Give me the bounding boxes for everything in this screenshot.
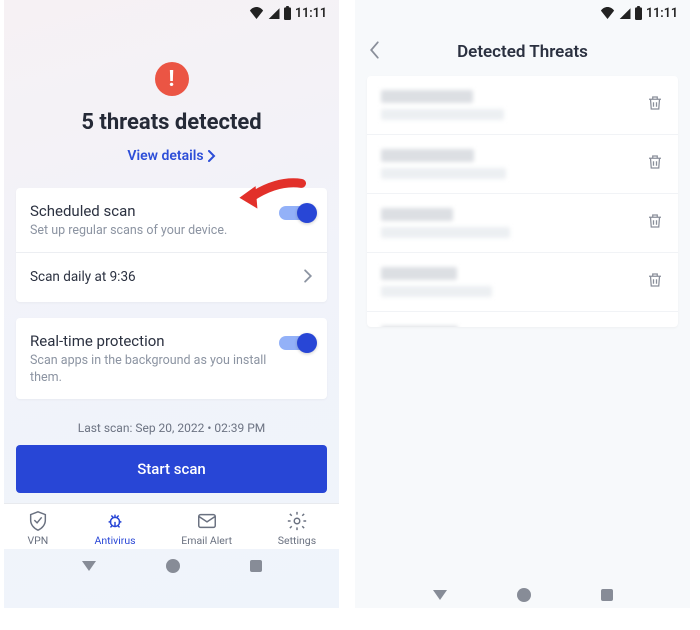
signal-icon (618, 7, 631, 19)
wifi-icon (600, 7, 615, 19)
signal-icon (267, 7, 280, 19)
mail-icon (196, 510, 218, 532)
nav-recent-icon[interactable] (601, 589, 613, 601)
threat-row (367, 76, 678, 135)
back-button[interactable] (369, 41, 380, 64)
scheduled-sub: Set up regular scans of your device. (30, 222, 227, 240)
nav-email-label: Email Alert (181, 534, 232, 547)
android-nav-bar (4, 549, 339, 579)
trash-icon (646, 212, 664, 230)
threat-title: 5 threats detected (16, 110, 327, 135)
delete-threat-button[interactable] (646, 271, 664, 293)
detected-threats-screen: 11:11 Detected Threats (355, 0, 690, 608)
threat-hero: ! 5 threats detected View details (4, 26, 339, 172)
nav-home-icon[interactable] (166, 559, 180, 573)
chevron-left-icon (369, 41, 380, 59)
view-details-label: View details (127, 148, 203, 164)
delete-threat-button[interactable] (646, 212, 664, 234)
realtime-toggle[interactable] (279, 336, 313, 350)
threat-name-redacted (381, 208, 510, 238)
threat-list (367, 76, 678, 327)
trash-icon (646, 271, 664, 289)
threat-row (367, 312, 678, 327)
clock: 11:11 (646, 6, 678, 21)
gear-icon (286, 510, 308, 532)
antivirus-main-screen: 11:11 ! 5 threats detected View details … (4, 0, 339, 608)
nav-home-icon[interactable] (517, 588, 531, 602)
delete-threat-button[interactable] (646, 153, 664, 175)
threat-row (367, 135, 678, 194)
schedule-time-label: Scan daily at 9:36 (30, 269, 136, 285)
bug-icon (104, 510, 126, 532)
scheduled-title: Scheduled scan (30, 202, 227, 220)
shield-check-icon (27, 510, 49, 532)
threat-row (367, 194, 678, 253)
chevron-right-icon (208, 150, 216, 162)
nav-antivirus[interactable]: Antivirus (95, 510, 136, 547)
realtime-sub: Scan apps in the background as you insta… (30, 352, 269, 387)
wifi-icon (249, 7, 264, 19)
nav-back-icon[interactable] (82, 561, 96, 571)
delete-threat-button[interactable] (646, 94, 664, 116)
scheduled-scan-card: Scheduled scan Set up regular scans of y… (16, 188, 327, 302)
chevron-right-icon (304, 267, 313, 288)
nav-recent-icon[interactable] (250, 560, 262, 572)
scheduled-scan-row: Scheduled scan Set up regular scans of y… (16, 188, 327, 252)
battery-icon (283, 6, 292, 20)
alert-icon: ! (155, 62, 189, 96)
threat-row (367, 253, 678, 312)
battery-icon (634, 6, 643, 20)
nav-back-icon[interactable] (433, 590, 447, 600)
threat-name-redacted (381, 90, 504, 120)
android-nav-bar (355, 578, 690, 608)
threat-name-redacted (381, 149, 506, 179)
realtime-title: Real-time protection (30, 332, 269, 350)
bottom-nav: VPN Antivirus Email Alert Settings (4, 503, 339, 549)
threats-header: Detected Threats (355, 26, 690, 76)
nav-vpn-label: VPN (27, 534, 48, 547)
threat-name-redacted (381, 267, 492, 297)
status-bar: 11:11 (4, 0, 339, 26)
status-bar: 11:11 (355, 0, 690, 26)
scheduled-toggle[interactable] (279, 206, 313, 220)
nav-antivirus-label: Antivirus (95, 534, 136, 547)
nav-settings[interactable]: Settings (278, 510, 316, 547)
threats-title: Detected Threats (457, 42, 588, 62)
trash-icon (646, 94, 664, 112)
start-scan-button[interactable]: Start scan (16, 445, 327, 493)
trash-icon (646, 153, 664, 171)
view-details-link[interactable]: View details (127, 148, 215, 164)
nav-settings-label: Settings (278, 534, 316, 547)
clock: 11:11 (295, 6, 327, 21)
nav-email-alert[interactable]: Email Alert (181, 510, 232, 547)
realtime-protection-card: Real-time protection Scan apps in the ba… (16, 318, 327, 399)
nav-vpn[interactable]: VPN (27, 510, 49, 547)
schedule-time-row[interactable]: Scan daily at 9:36 (16, 252, 327, 302)
last-scan-label: Last scan: Sep 20, 2022 • 02:39 PM (4, 421, 339, 435)
